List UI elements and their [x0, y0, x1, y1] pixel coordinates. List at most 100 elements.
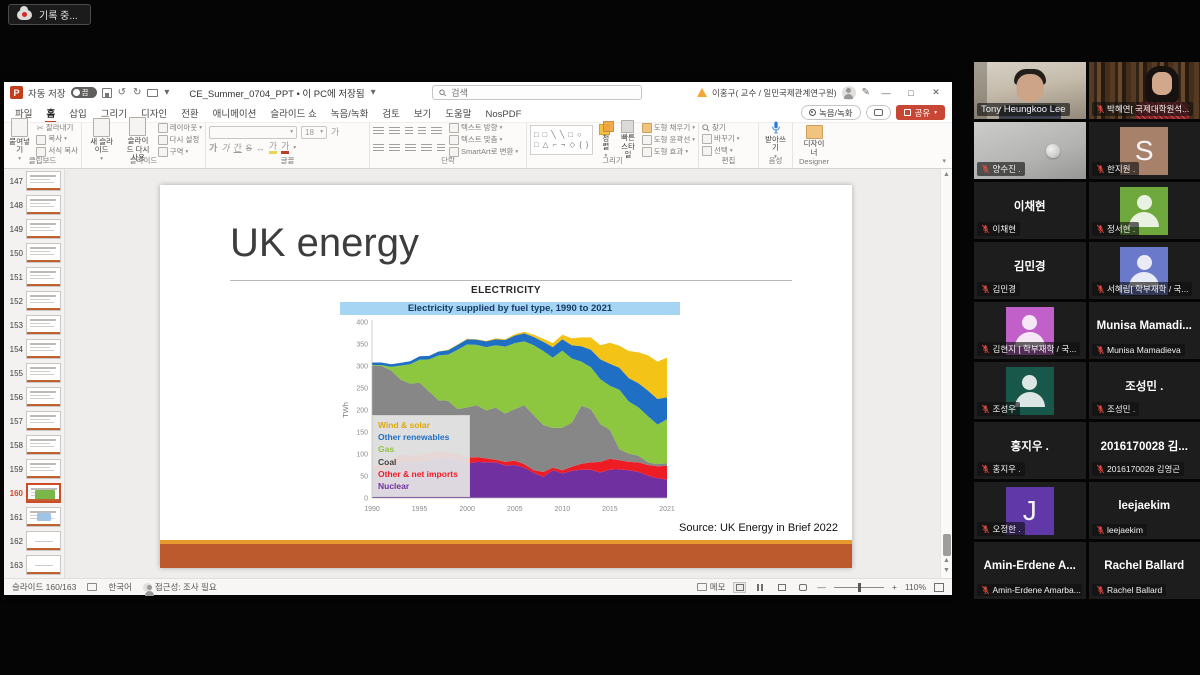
zoom-in-button[interactable]: +	[892, 582, 897, 592]
participant-tile[interactable]: leejaekim leejaekim	[1089, 482, 1200, 539]
participant-tile[interactable]: Rachel Ballard Rachel Ballard	[1089, 542, 1200, 599]
slide-thumb-row[interactable]: 162	[4, 529, 64, 553]
slide-thumbnail[interactable]	[26, 315, 61, 335]
language-label[interactable]: 한국어	[108, 581, 131, 593]
slide-thumbnail[interactable]	[26, 363, 61, 383]
notes-button[interactable]: 메모	[697, 581, 726, 593]
slide-thumbnail[interactable]	[26, 243, 61, 263]
slide-thumb-row[interactable]: 149	[4, 217, 64, 241]
slide-nav-buttons[interactable]: ▲▼	[941, 556, 952, 576]
ribbon-tab[interactable]: NosPDF	[479, 107, 529, 123]
text-direction-button[interactable]: 텍스트 방향▾	[449, 123, 518, 133]
text-highlight-button[interactable]: 가	[269, 142, 277, 154]
slide-thumbnail[interactable]	[26, 411, 61, 431]
participant-tile[interactable]: 서혜림[ 학부재학 / 국...	[1089, 242, 1200, 299]
participant-tile[interactable]: Tony Heungkoo Lee	[974, 62, 1086, 119]
slide-thumbnail[interactable]	[26, 219, 61, 239]
italic-button[interactable]: 가	[221, 144, 229, 153]
minimize-button[interactable]: —	[876, 88, 896, 98]
pen-icon[interactable]: ✎	[861, 88, 871, 98]
ribbon-tab[interactable]: 검토	[375, 107, 406, 123]
align-left-icon[interactable]	[373, 144, 384, 153]
slide-thumb-row[interactable]: 154	[4, 337, 64, 361]
participant-tile[interactable]: Munisa Mamadi... Munisa Mamadieva	[1089, 302, 1200, 359]
columns-icon[interactable]	[437, 144, 445, 153]
warning-icon[interactable]	[697, 88, 707, 97]
slide-thumbnail[interactable]	[26, 459, 61, 479]
slide-thumbnail[interactable]	[26, 291, 61, 311]
participant-tile[interactable]: 박혜연[ 국제대학원석...	[1089, 62, 1200, 119]
slide-thumb-row[interactable]: 159	[4, 457, 64, 481]
participant-tile[interactable]: 김현지 [ 학부재학 / 국...	[974, 302, 1086, 359]
grow-font-icon[interactable]: 가	[331, 128, 339, 137]
slide-thumbnail[interactable]	[26, 483, 61, 503]
slide-thumb-row[interactable]: 161	[4, 505, 64, 529]
font-size-select[interactable]: 18▾	[301, 126, 327, 139]
slide-thumbnail[interactable]	[26, 267, 61, 287]
font-name-select[interactable]: ▾	[209, 126, 297, 139]
quick-styles-button[interactable]: 빠른 스타일	[618, 120, 637, 160]
normal-view-button[interactable]	[733, 582, 746, 593]
reading-view-button[interactable]	[775, 582, 788, 593]
ribbon-tab[interactable]: 도움말	[438, 107, 478, 123]
replace-button[interactable]: 바꾸기▾	[702, 134, 739, 144]
shapes-gallery[interactable]: □ □ ╲ ╲ □ ○ □ △ ⌐ ¬ ◇ { }	[530, 125, 593, 155]
redo-icon[interactable]: ↻	[132, 88, 142, 98]
slide-thumb-row[interactable]: 156	[4, 385, 64, 409]
increase-indent-icon[interactable]	[418, 127, 426, 136]
participant-tile[interactable]: J 오정한 .	[974, 482, 1086, 539]
participant-tile[interactable]: Amin-Erdene A... Amin-Erdene Amarba...	[974, 542, 1086, 599]
zoom-slider[interactable]	[834, 587, 884, 588]
participant-tile[interactable]: 이채현 이채현	[974, 182, 1086, 239]
slide-title[interactable]: UK energy	[230, 221, 419, 266]
slide-thumb-row[interactable]: 158	[4, 433, 64, 457]
slide-thumb-row[interactable]: 147	[4, 169, 64, 193]
participant-tile[interactable]: 정서현 .	[1089, 182, 1200, 239]
slide-thumb-row[interactable]: 153	[4, 313, 64, 337]
record-button[interactable]: 녹음/녹화	[801, 105, 861, 120]
participant-tile[interactable]: 김민경 김민경	[974, 242, 1086, 299]
arrange-button[interactable]: 정렬▾	[597, 121, 614, 160]
numbering-icon[interactable]	[389, 127, 400, 136]
chart[interactable]: Electricity supplied by fuel type, 1990 …	[340, 302, 680, 515]
display-settings-icon[interactable]	[87, 583, 97, 591]
participant-tile[interactable]: 2016170028 김... 2016170028 김영곤	[1089, 422, 1200, 479]
slide-thumbnail[interactable]	[26, 555, 61, 575]
slide-thumb-row[interactable]: 152	[4, 289, 64, 313]
copy-button[interactable]: 복사▾	[36, 135, 78, 145]
designer-button[interactable]: 디자이너	[800, 125, 828, 157]
slide-thumb-row[interactable]: 148	[4, 193, 64, 217]
justify-icon[interactable]	[421, 144, 432, 153]
zoom-knob[interactable]	[858, 583, 862, 592]
share-button[interactable]: 공유▾	[896, 105, 945, 120]
save-icon[interactable]	[102, 88, 112, 98]
vertical-scrollbar[interactable]: ▲ ▲▼	[940, 169, 952, 578]
char-spacing-icon[interactable]: ↔	[256, 144, 265, 153]
slide-thumb-row[interactable]: 151	[4, 265, 64, 289]
qat-more-icon[interactable]: ▾	[163, 88, 170, 98]
slide-thumbnail[interactable]	[26, 195, 61, 215]
search-input[interactable]	[451, 88, 635, 98]
ribbon-tab[interactable]: 애니메이션	[206, 107, 264, 123]
align-center-icon[interactable]	[389, 144, 400, 153]
comments-button[interactable]	[866, 105, 891, 120]
scroll-up-icon[interactable]: ▲	[941, 171, 952, 178]
cut-button[interactable]: ✂잘라내기	[36, 124, 78, 133]
recording-indicator[interactable]: 기록 중...	[8, 4, 91, 25]
line-spacing-icon[interactable]	[431, 127, 442, 136]
collapse-ribbon-icon[interactable]: ▾	[942, 157, 946, 165]
slide-thumbnail[interactable]	[26, 435, 61, 455]
zoom-level[interactable]: 110%	[905, 582, 926, 592]
align-right-icon[interactable]	[405, 144, 416, 153]
zoom-out-button[interactable]: —	[817, 582, 826, 592]
ribbon-tab[interactable]: 전환	[174, 107, 205, 123]
ribbon-tab[interactable]: 녹음/녹화	[324, 107, 376, 123]
autosave-toggle[interactable]: 끔	[71, 87, 97, 98]
slide-thumbnail[interactable]	[26, 531, 61, 551]
strikethrough-button[interactable]: S	[246, 144, 252, 153]
participant-tile[interactable]: 홍지우 . 홍지우 .	[974, 422, 1086, 479]
bold-button[interactable]: 가	[209, 144, 217, 153]
slide-sorter-view-button[interactable]	[754, 582, 767, 593]
participant-tile[interactable]: 양수진 .	[974, 122, 1086, 179]
maximize-button[interactable]: □	[901, 88, 921, 98]
